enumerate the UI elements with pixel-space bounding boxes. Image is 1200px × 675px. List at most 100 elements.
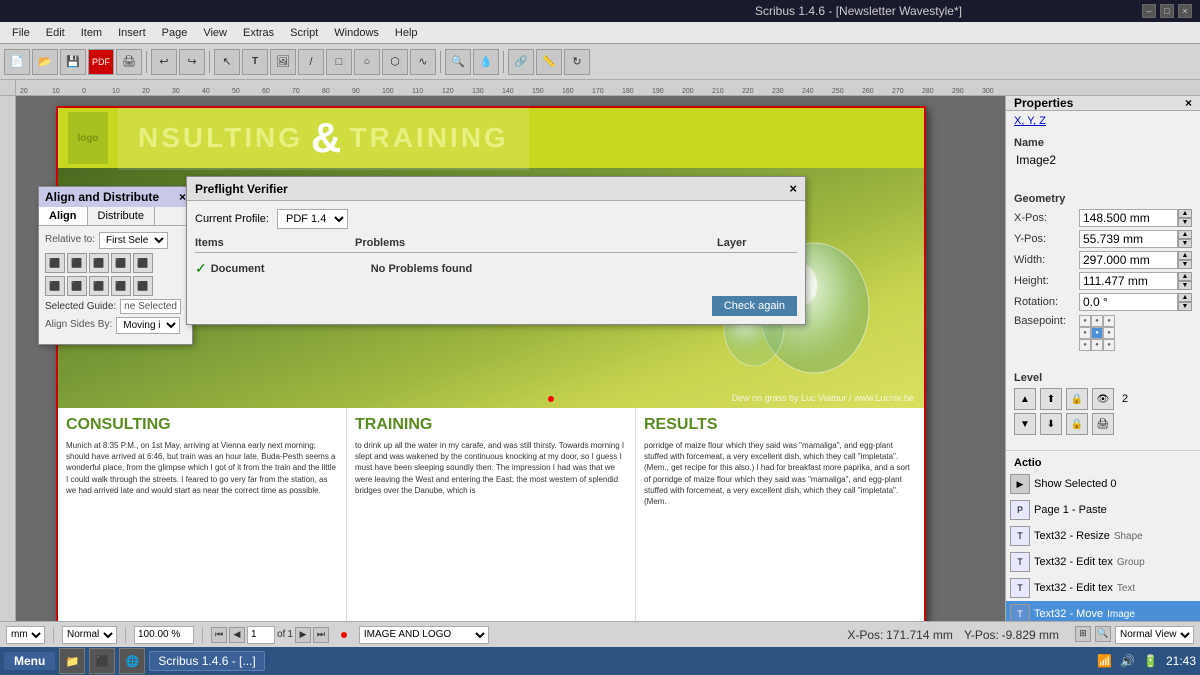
bp-ml[interactable]: [1079, 327, 1091, 339]
tb-pdf[interactable]: PDF: [88, 49, 114, 75]
tb-rotate[interactable]: ↻: [564, 49, 590, 75]
page-input[interactable]: [247, 626, 275, 644]
align-center-h-btn[interactable]: ⬛: [67, 253, 87, 273]
tb-eyedrop[interactable]: 💧: [473, 49, 499, 75]
text32-edit2-row[interactable]: T Text32 - Edit tex Text: [1006, 575, 1200, 601]
prev-page-btn[interactable]: ◀: [229, 627, 245, 643]
level-top-btn[interactable]: ⬆: [1040, 388, 1062, 410]
menu-extras[interactable]: Extras: [235, 25, 282, 41]
level-lock2-btn[interactable]: 🔒: [1066, 413, 1088, 435]
tb-polygon[interactable]: ⬡: [382, 49, 408, 75]
bp-mc[interactable]: [1091, 327, 1103, 339]
maximize-btn[interactable]: □: [1160, 4, 1174, 18]
level-vis-btn[interactable]: 👁: [1092, 388, 1114, 410]
menu-page[interactable]: Page: [154, 25, 196, 41]
scribus-taskbar-item[interactable]: Scribus 1.4.6 - [...]: [149, 651, 264, 671]
next-page-btn[interactable]: ▶: [295, 627, 311, 643]
unit-select[interactable]: mm: [6, 626, 45, 644]
tb-zoom[interactable]: 🔍: [445, 49, 471, 75]
browser-btn[interactable]: 🌐: [119, 648, 145, 674]
ypos-up[interactable]: ▲: [1178, 230, 1192, 239]
bp-bl[interactable]: [1079, 339, 1091, 351]
xpos-up[interactable]: ▲: [1178, 209, 1192, 218]
align-right-btn[interactable]: ⬛: [89, 253, 109, 273]
show-selected-row[interactable]: ▶ Show Selected 0: [1006, 471, 1200, 497]
check-again-button[interactable]: Check again: [712, 296, 797, 316]
xpos-down[interactable]: ▼: [1178, 218, 1192, 227]
zoom-out-btn[interactable]: 🔍: [1095, 626, 1111, 642]
tb-line[interactable]: /: [298, 49, 324, 75]
menu-insert[interactable]: Insert: [110, 25, 154, 41]
level-lock-btn[interactable]: 🔒: [1066, 388, 1088, 410]
xyz-link[interactable]: X, Y, Z: [1014, 115, 1046, 127]
minimize-btn[interactable]: –: [1142, 4, 1156, 18]
tb-undo[interactable]: ↩: [151, 49, 177, 75]
level-up-btn[interactable]: ▲: [1014, 388, 1036, 410]
relative-to-select[interactable]: First Sele: [99, 232, 168, 249]
height-up[interactable]: ▲: [1178, 272, 1192, 281]
tab-distribute[interactable]: Distribute: [88, 207, 155, 225]
tb-select[interactable]: ↖: [214, 49, 240, 75]
file-manager-btn[interactable]: 📁: [59, 648, 85, 674]
bp-tc[interactable]: [1091, 315, 1103, 327]
rotation-input[interactable]: 0.0 °: [1079, 293, 1178, 311]
width-down[interactable]: ▼: [1178, 260, 1192, 269]
tb-redo[interactable]: ↪: [179, 49, 205, 75]
align-bl-btn[interactable]: ⬛: [133, 276, 153, 296]
align-sides-select[interactable]: Moving i: [116, 317, 180, 334]
menu-script[interactable]: Script: [282, 25, 326, 41]
ypos-input[interactable]: 55.739 mm: [1079, 230, 1178, 248]
xpos-input[interactable]: 148.500 mm: [1079, 209, 1178, 227]
tb-text[interactable]: T: [242, 49, 268, 75]
bp-tr[interactable]: [1103, 315, 1115, 327]
bp-tl[interactable]: [1079, 315, 1091, 327]
width-up[interactable]: ▲: [1178, 251, 1192, 260]
height-down[interactable]: ▼: [1178, 281, 1192, 290]
preflight-profile-select[interactable]: PDF 1.4: [277, 209, 348, 229]
align-tr-btn[interactable]: ⬛: [111, 276, 131, 296]
bp-br[interactable]: [1103, 339, 1115, 351]
align-bottom-btn[interactable]: ⬛: [45, 276, 65, 296]
last-page-btn[interactable]: ⏭: [313, 627, 329, 643]
canvas-area[interactable]: logo NSULTING & TRAINING: [16, 96, 1005, 621]
tab-align[interactable]: Align: [39, 207, 88, 225]
tb-link[interactable]: 🔗: [508, 49, 534, 75]
menu-item[interactable]: Item: [73, 25, 110, 41]
level-down-btn[interactable]: ▼: [1014, 413, 1036, 435]
tb-open[interactable]: 📂: [32, 49, 58, 75]
ypos-down[interactable]: ▼: [1178, 239, 1192, 248]
align-close-btn[interactable]: ×: [179, 190, 186, 204]
menu-file[interactable]: File: [4, 25, 38, 41]
text32-edit-row[interactable]: T Text32 - Edit tex Group: [1006, 549, 1200, 575]
zoom-input[interactable]: [134, 626, 194, 644]
layer-select[interactable]: IMAGE AND LOGO: [359, 626, 489, 644]
tb-new[interactable]: 📄: [4, 49, 30, 75]
terminal-btn[interactable]: ⬛: [89, 648, 115, 674]
first-page-btn[interactable]: ⏮: [211, 627, 227, 643]
menu-windows[interactable]: Windows: [326, 25, 387, 41]
tb-save[interactable]: 💾: [60, 49, 86, 75]
align-tc-btn[interactable]: ⬛: [89, 276, 109, 296]
rotation-up[interactable]: ▲: [1178, 293, 1192, 302]
menu-edit[interactable]: Edit: [38, 25, 73, 41]
tb-measure[interactable]: 📏: [536, 49, 562, 75]
level-bottom-btn[interactable]: ⬇: [1040, 413, 1062, 435]
preflight-close-btn[interactable]: ×: [789, 181, 797, 196]
text32-resize-row[interactable]: T Text32 - Resize Shape: [1006, 523, 1200, 549]
tb-rect[interactable]: □: [326, 49, 352, 75]
bp-mr[interactable]: [1103, 327, 1115, 339]
tb-print[interactable]: 🖨: [116, 49, 142, 75]
page1-paste-row[interactable]: P Page 1 - Paste: [1006, 497, 1200, 523]
tb-image[interactable]: 🖼: [270, 49, 296, 75]
start-menu-btn[interactable]: Menu: [4, 652, 55, 670]
rotation-down[interactable]: ▼: [1178, 302, 1192, 311]
align-left-btn[interactable]: ⬛: [45, 253, 65, 273]
height-input[interactable]: 111.477 mm: [1079, 272, 1178, 290]
properties-close-btn[interactable]: ×: [1185, 96, 1192, 110]
menu-help[interactable]: Help: [387, 25, 426, 41]
close-btn[interactable]: ×: [1178, 4, 1192, 18]
tb-ellipse[interactable]: ○: [354, 49, 380, 75]
render-mode-select[interactable]: Normal View: [1115, 626, 1194, 644]
text32-move-row[interactable]: T Text32 - Move Image: [1006, 601, 1200, 621]
zoom-mode-select[interactable]: Normal: [62, 626, 117, 644]
